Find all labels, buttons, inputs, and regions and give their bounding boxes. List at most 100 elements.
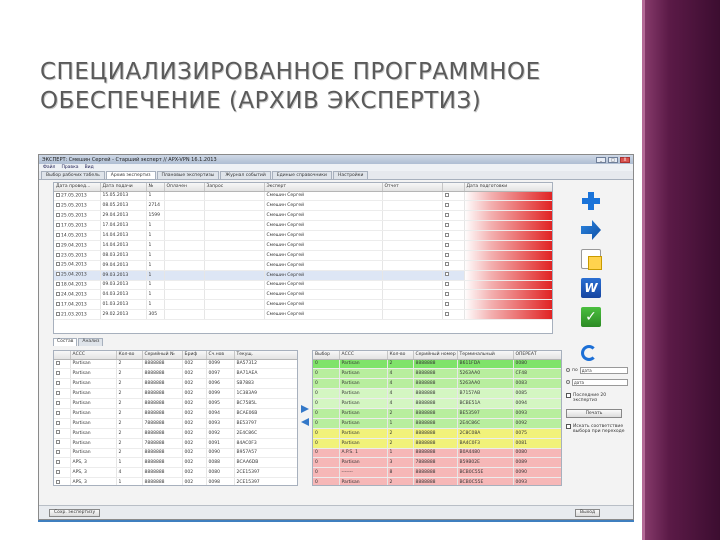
row-checkbox[interactable] — [56, 282, 60, 287]
table-row[interactable]: APS, 3 4 8888888 002 0080 2CE15397 — [54, 467, 297, 479]
row-checkbox[interactable] — [56, 272, 60, 277]
row-checkbox[interactable] — [56, 301, 60, 306]
row-checkbox[interactable] — [56, 232, 60, 237]
row-checkbox[interactable] — [56, 222, 60, 227]
row-checkbox[interactable] — [56, 311, 60, 316]
tab-work-tables[interactable]: Выбор рабочих табель — [41, 171, 105, 179]
table-row[interactable]: 23.05.2013 08.03.2013 1 Смешин Сергей — [54, 250, 552, 261]
tab-composition[interactable]: Состав — [53, 338, 78, 346]
table-row[interactable]: 14.05.2013 14.04.2013 1 Смешин Сергей — [54, 230, 552, 241]
last20-checkbox[interactable] — [566, 393, 571, 398]
doc-icon[interactable] — [444, 212, 449, 217]
date-dropdown[interactable]: дата — [572, 378, 628, 386]
table-row[interactable]: Partisan 2 8888888 002 0092 2E4C86C — [54, 428, 297, 439]
row-checkbox[interactable] — [56, 203, 60, 208]
row-checkbox[interactable] — [56, 400, 60, 405]
tab-settings[interactable]: Настройки — [332, 171, 369, 179]
add-icon[interactable] — [581, 191, 601, 211]
tab-analysis[interactable]: Анализ — [78, 338, 104, 346]
table-row[interactable]: 18.04.2013 09.03.2013 1 Смешин Сергей — [54, 280, 552, 291]
table-row[interactable]: APS, 3 1 8888888 002 0088 BCAA6DB — [54, 457, 297, 469]
doc-icon[interactable] — [444, 232, 449, 237]
period-dropdown[interactable]: дата — [579, 366, 628, 374]
table-row[interactable]: 0 Partisan 1 8888888 2E4C86C 0092 — [313, 418, 561, 429]
doc-icon[interactable] — [444, 262, 449, 267]
row-checkbox[interactable] — [56, 193, 60, 198]
minimize-button[interactable]: _ — [596, 156, 606, 163]
menu-item-edit[interactable]: Правка — [61, 165, 78, 170]
doc-icon[interactable] — [444, 203, 449, 208]
row-checkbox[interactable] — [56, 479, 60, 484]
row-checkbox[interactable] — [56, 252, 60, 257]
table-row[interactable]: 0 Partisan 3 7888888 B59B02E 0089 — [313, 457, 561, 469]
save-button[interactable]: Сохр. экспертизу — [49, 509, 101, 517]
row-checkbox[interactable] — [56, 420, 60, 425]
table-row[interactable]: Partisan 2 7888888 002 0091 84AC0F3 — [54, 438, 297, 449]
table-row[interactable]: 0 Partisan 4 8888888 B7157AB 0085 — [313, 388, 561, 400]
check-icon[interactable]: ✓ — [581, 307, 601, 327]
exit-button[interactable]: Выход — [575, 509, 601, 517]
table-row[interactable]: 17.04.2013 01.03.2013 1 Смешин Сергей — [54, 299, 552, 311]
table-row[interactable]: Partisan 2 8888888 002 0097 BA71AEA — [54, 368, 297, 380]
doc-icon[interactable] — [444, 222, 449, 227]
row-checkbox[interactable] — [56, 460, 60, 465]
row-checkbox[interactable] — [56, 380, 60, 385]
table-row[interactable]: 21.03.2013 29.02.2013 305 Смешин Сергей — [54, 309, 552, 321]
menu-item-view[interactable]: Вид — [85, 165, 94, 170]
row-checkbox[interactable] — [56, 262, 60, 267]
table-row[interactable]: Partisan 2 7888888 002 0093 BE53797 — [54, 418, 297, 429]
doc-icon[interactable] — [444, 311, 449, 316]
row-checkbox[interactable] — [56, 292, 60, 297]
table-row[interactable]: 0 Partisan 2 8888888 BA4C0F3 0081 — [313, 438, 561, 449]
row-checkbox[interactable] — [56, 242, 60, 247]
doc-icon[interactable] — [444, 193, 449, 198]
table-row[interactable]: 0 Partisan 2 8888888 BCB0C55E 0093 — [313, 477, 561, 485]
table-row[interactable]: 27.05.2013 15.05.2013 1 Смешин Сергей — [54, 191, 552, 202]
table-row[interactable]: Partisan 2 8888888 002 0099 1C383A9 — [54, 388, 297, 400]
tab-event-log[interactable]: Журнал событий — [220, 171, 271, 179]
table-row[interactable]: 25.05.2013 08.05.2013 2714 Смешин Сергей — [54, 200, 552, 212]
table-row[interactable]: 0 Partisan 4 8888888 5263AA0 0083 — [313, 378, 561, 390]
row-checkbox[interactable] — [56, 371, 60, 376]
table-row[interactable]: 17.05.2013 17.04.2013 1 Смешин Сергей — [54, 220, 552, 232]
table-row[interactable]: 25.05.2013 29.04.2013 1599 Смешин Сергей — [54, 210, 552, 222]
word-icon[interactable]: W — [581, 278, 601, 298]
table-row[interactable]: 24.04.2013 04.03.2013 1 Смешин Сергей — [54, 289, 552, 301]
table-row[interactable]: Partisan 2 8888888 002 0090 B957A57 — [54, 448, 297, 459]
table-row[interactable]: Partisan 2 8888888 002 0094 BCAE06B — [54, 408, 297, 419]
row-checkbox[interactable] — [56, 361, 60, 366]
table-row[interactable]: APS, 3 1 8888888 002 0098 2CE15397 — [54, 477, 297, 485]
export-icon[interactable] — [581, 220, 601, 240]
refresh-icon[interactable] — [581, 345, 597, 361]
show-checkbox[interactable] — [566, 424, 571, 429]
doc-icon[interactable] — [444, 252, 449, 257]
tab-directories[interactable]: Единые справочники — [271, 171, 332, 179]
copy-icon[interactable] — [581, 249, 602, 270]
period-radio[interactable] — [566, 368, 570, 372]
doc-icon[interactable] — [444, 242, 449, 247]
tab-archive[interactable]: Архив экспертиз — [105, 171, 156, 179]
row-checkbox[interactable] — [56, 410, 60, 415]
table-row[interactable]: 0 A.P.S. 1 1 8888888 B0A4480 0080 — [313, 448, 561, 459]
table-row[interactable]: 0 Partisan 2 8888888 B611FDA 0080 — [313, 359, 561, 370]
table-row[interactable]: 25.04.2013 09.03.2013 1 Смешин Сергей — [54, 270, 552, 281]
move-left-arrow-icon[interactable] — [301, 418, 309, 426]
doc-icon[interactable] — [444, 272, 449, 277]
doc-icon[interactable] — [444, 282, 449, 287]
maximize-button[interactable]: □ — [608, 156, 618, 163]
table-row[interactable]: 0 Partisan 4 8888888 5263AA0 CF48 — [313, 368, 561, 380]
row-checkbox[interactable] — [56, 212, 60, 217]
table-row[interactable]: 0 Partisan 4 8888888 BCBE51A 0094 — [313, 398, 561, 409]
close-button[interactable]: X — [620, 156, 630, 163]
row-checkbox[interactable] — [56, 440, 60, 445]
menu-item-file[interactable]: Файл — [43, 165, 55, 170]
doc-icon[interactable] — [444, 301, 449, 306]
row-checkbox[interactable] — [56, 430, 60, 435]
move-right-arrow-icon[interactable] — [301, 405, 309, 413]
row-checkbox[interactable] — [56, 450, 60, 455]
tab-planned[interactable]: Плановые экспертизы — [156, 171, 220, 179]
table-row[interactable]: 0 Partisan 2 8888888 2C8C08A 0075 — [313, 428, 561, 439]
table-row[interactable]: Partisan 2 8888888 002 0096 SB7883 — [54, 378, 297, 390]
table-row[interactable]: Partisan 2 8888888 002 0095 BC7585L — [54, 398, 297, 409]
table-row[interactable]: 25.04.2013 09.04.2013 1 Смешин Сергей — [54, 260, 552, 271]
